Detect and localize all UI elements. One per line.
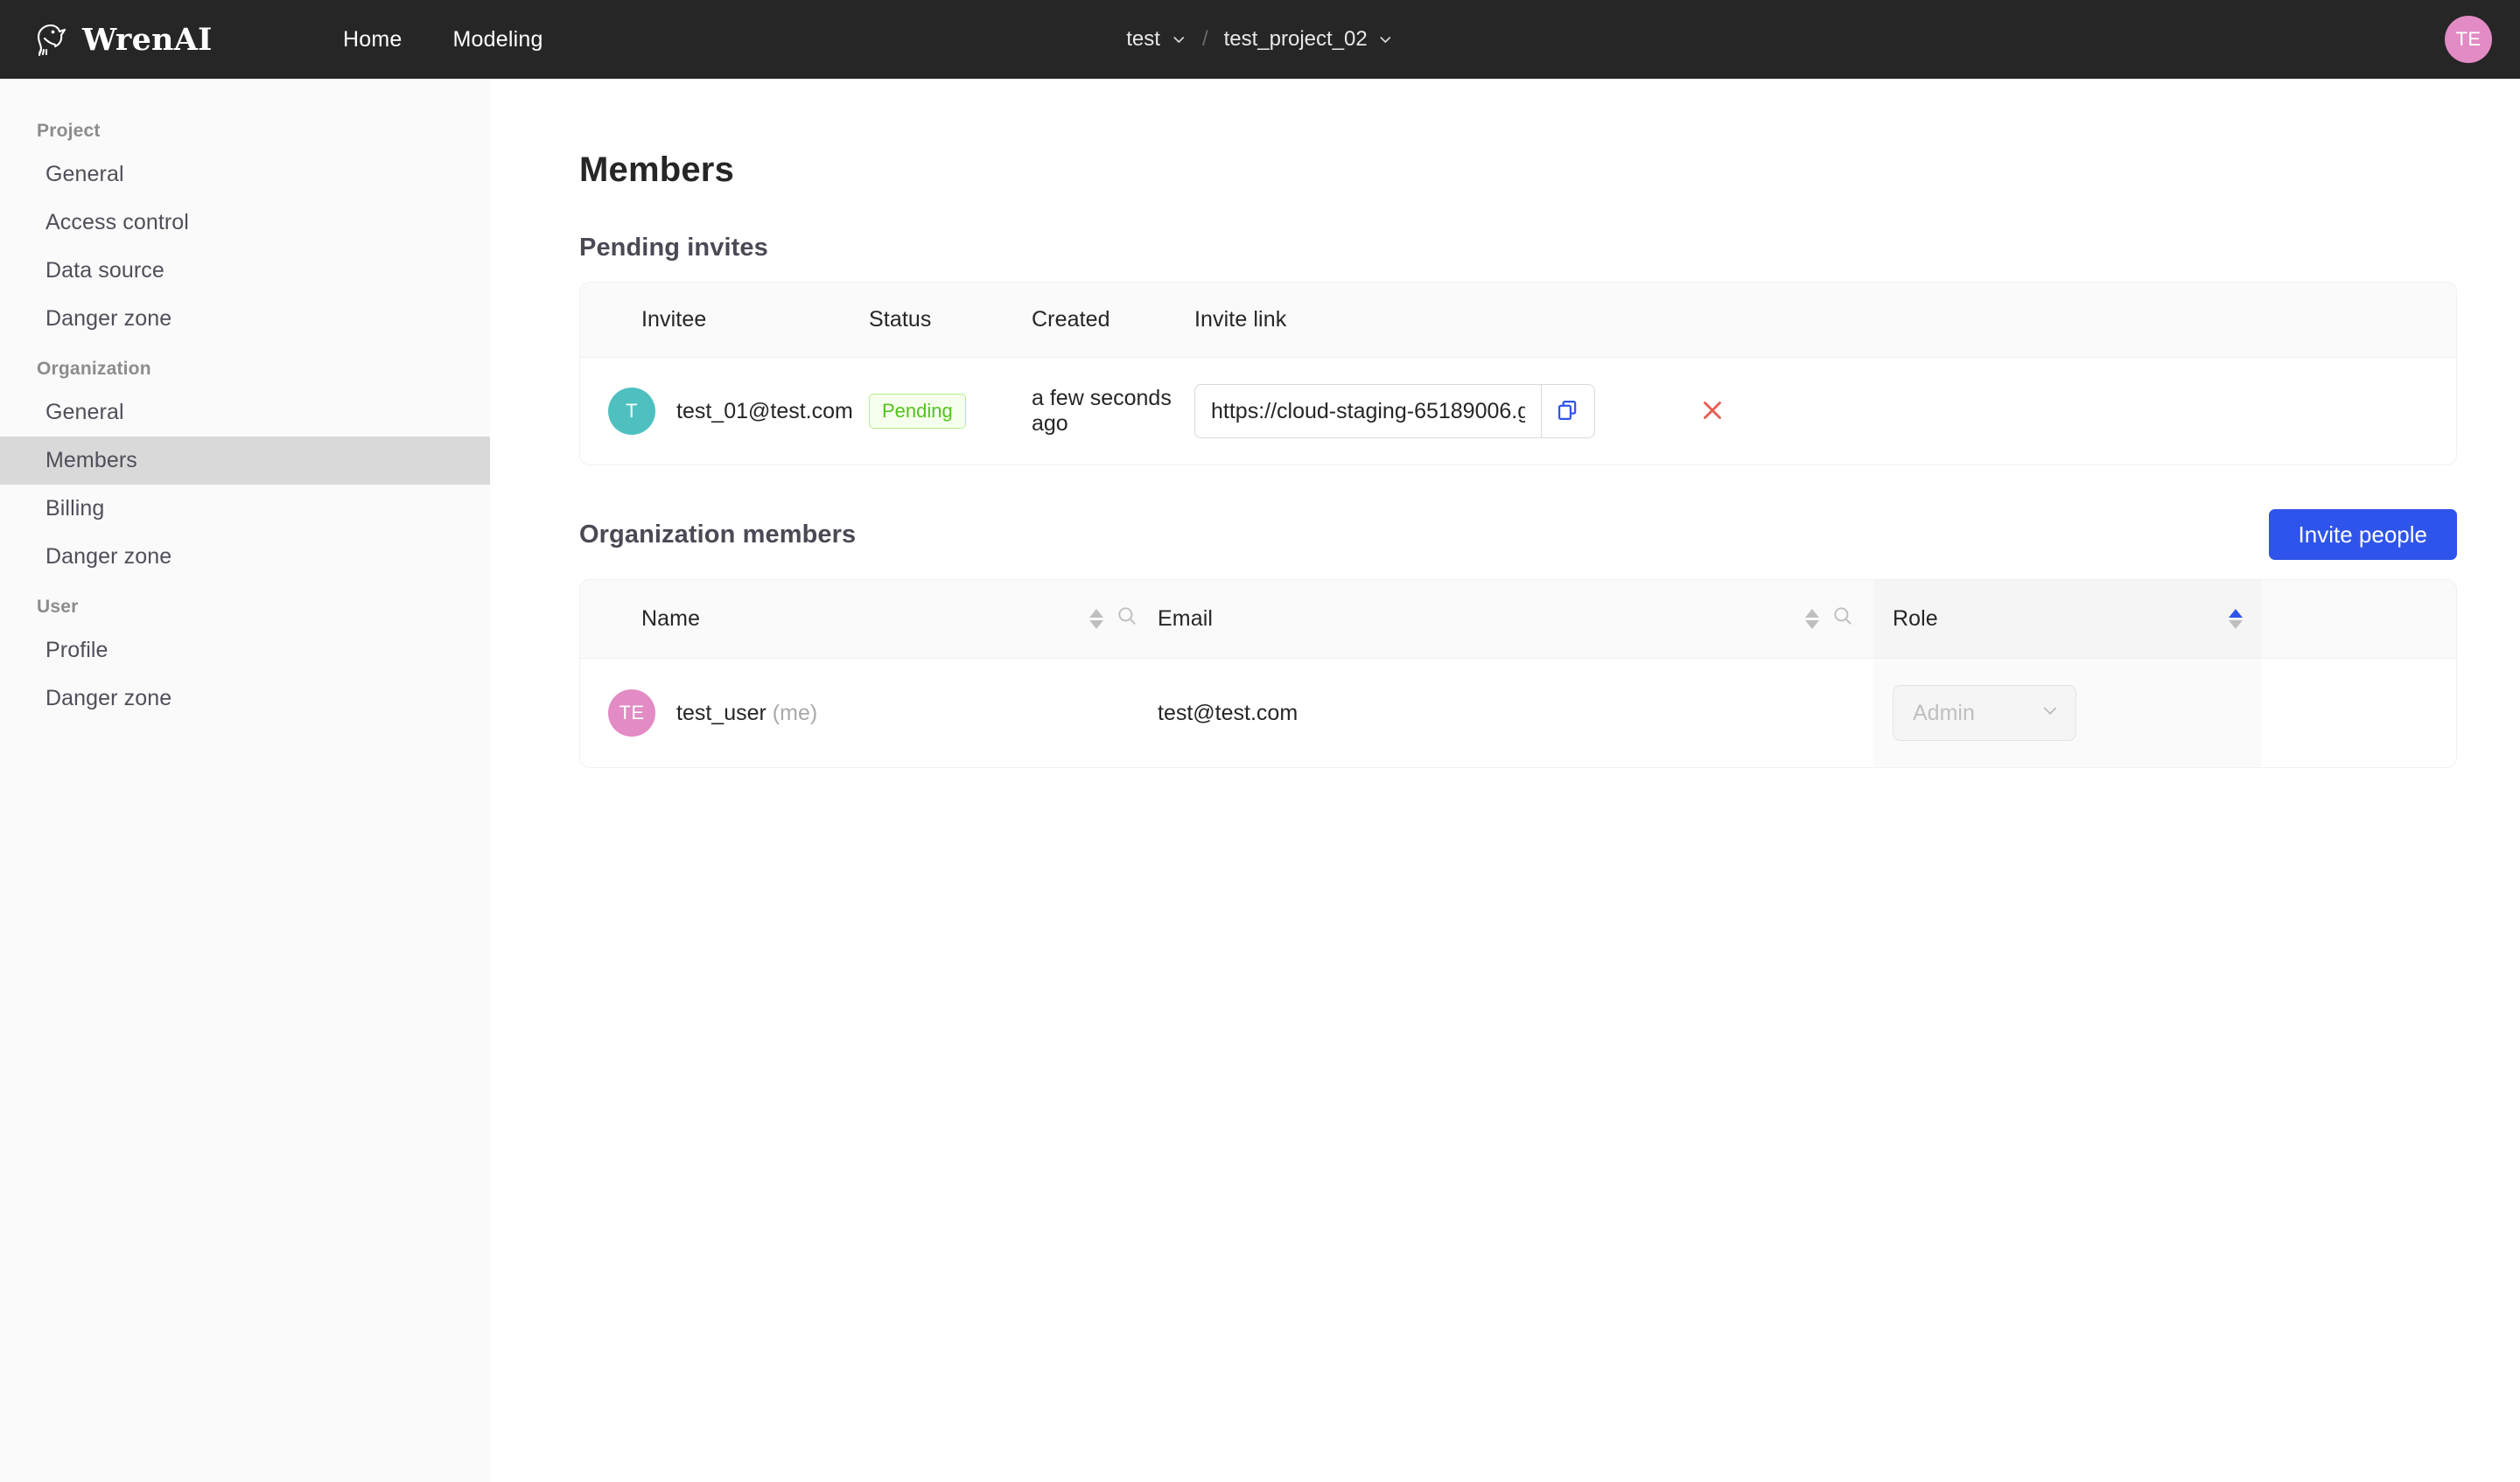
table-row: TE test_user (me) test@test.com Admin (580, 658, 2456, 767)
app-root: WrenAI Home Modeling test / test_project… (0, 0, 2520, 1482)
member-name-cell: TE test_user (me) (580, 658, 1158, 767)
main-content: Members Pending invites Invitee Status C… (490, 79, 2520, 1482)
sidebar-item-project-danger-zone[interactable]: Danger zone (0, 295, 490, 343)
column-header-members-actions (2262, 580, 2456, 659)
organization-members-header: Organization members Invite people (579, 509, 2457, 560)
column-header-actions (1690, 283, 2456, 358)
pending-invites-title: Pending invites (579, 234, 768, 262)
avatar: TE (608, 689, 655, 737)
member-actions-cell (2262, 658, 2456, 767)
body: Project General Access control Data sour… (0, 79, 2520, 1482)
chevron-down-icon (2040, 701, 2060, 726)
avatar[interactable]: TE (2445, 16, 2492, 63)
created-cell: a few seconds ago (1032, 357, 1194, 465)
chevron-down-icon (1171, 31, 1186, 47)
row-actions-cell (1690, 357, 2456, 465)
column-header-name-label: Name (641, 606, 701, 631)
invitee-cell: T test_01@test.com (580, 357, 869, 465)
avatar-initials: TE (2455, 28, 2482, 50)
brand-name: WrenAI (82, 21, 213, 58)
sidebar-item-organization-general[interactable]: General (0, 388, 490, 437)
members-header-row: Name Email Role (580, 580, 2456, 659)
brand-logo-area[interactable]: WrenAI (0, 17, 289, 61)
top-navigation-bar: WrenAI Home Modeling test / test_project… (0, 0, 2520, 79)
table-row: T test_01@test.com Pending a few seconds… (580, 357, 2456, 465)
column-header-name: Name (580, 580, 1158, 659)
organization-members-title: Organization members (579, 520, 857, 549)
invite-link-input[interactable] (1194, 384, 1541, 438)
organization-members-table: Name Email Role TE test_user (me) test@t… (579, 579, 2457, 768)
status-badge: Pending (869, 394, 966, 429)
member-email-cell: test@test.com (1158, 658, 1873, 767)
member-name-suffix: (me) (772, 700, 818, 725)
column-header-role[interactable]: Role (1873, 580, 2262, 659)
column-header-invite-link: Invite link (1194, 307, 1287, 332)
chevron-down-icon (1378, 31, 1394, 47)
sort-arrows-icon[interactable] (1089, 609, 1103, 629)
sidebar-group-title-project: Project (37, 121, 101, 141)
search-icon[interactable] (1831, 605, 1854, 633)
member-name: test_user (676, 700, 766, 725)
delete-invite-button[interactable] (1690, 388, 1735, 434)
breadcrumb-separator: / (1201, 27, 1208, 51)
avatar-initials: T (626, 400, 638, 422)
invite-link-cell (1194, 357, 1690, 465)
column-header-role-label: Role (1893, 606, 1938, 631)
invitee-email: test_01@test.com (676, 398, 853, 423)
main-nav: Home Modeling (343, 27, 543, 52)
role-select-value: Admin (1913, 700, 1975, 725)
copy-icon (1556, 398, 1580, 425)
status-cell: Pending (869, 357, 1032, 465)
column-header-status: Status (869, 307, 932, 332)
sidebar-item-organization-danger-zone[interactable]: Danger zone (0, 533, 490, 581)
sidebar-item-data-source[interactable]: Data source (0, 247, 490, 295)
sidebar-item-billing[interactable]: Billing (0, 485, 490, 533)
wren-bird-logo-icon (26, 17, 70, 61)
nav-modeling[interactable]: Modeling (453, 27, 543, 52)
sidebar-group-title-organization: Organization (37, 359, 151, 379)
role-select[interactable]: Admin (1893, 685, 2076, 741)
column-header-email: Email (1158, 580, 1873, 659)
sort-arrows-icon[interactable] (2229, 609, 2243, 629)
copy-invite-link-button[interactable] (1541, 384, 1595, 438)
avatar-initials: TE (619, 702, 645, 724)
invite-people-button[interactable]: Invite people (2268, 509, 2457, 560)
page-title: Members (579, 150, 735, 189)
sidebar-group-title-user: User (37, 597, 79, 617)
breadcrumb-org-label: test (1126, 27, 1160, 51)
breadcrumb-org-selector[interactable]: test (1126, 27, 1186, 52)
sidebar-item-profile[interactable]: Profile (0, 626, 490, 675)
column-header-email-label: Email (1158, 606, 1214, 631)
breadcrumb-project-label: test_project_02 (1223, 27, 1368, 51)
nav-home[interactable]: Home (343, 27, 402, 52)
sidebar-item-members[interactable]: Members (0, 437, 490, 485)
pending-invites-header-row: Invitee Status Created Invite link (580, 283, 2456, 358)
avatar: T (608, 388, 655, 435)
close-x-icon (1698, 395, 1727, 428)
breadcrumb: test / test_project_02 (1126, 27, 1393, 52)
sidebar-item-access-control[interactable]: Access control (0, 199, 490, 247)
pending-invites-table: Invitee Status Created Invite link T tes… (579, 282, 2457, 465)
search-icon[interactable] (1116, 605, 1138, 633)
settings-sidebar: Project General Access control Data sour… (0, 79, 490, 1482)
member-role-cell: Admin (1873, 658, 2262, 767)
sidebar-item-user-danger-zone[interactable]: Danger zone (0, 675, 490, 723)
sort-arrows-icon[interactable] (1805, 609, 1819, 629)
column-header-created: Created (1032, 307, 1110, 332)
column-header-invitee: Invitee (641, 307, 707, 332)
sidebar-item-project-general[interactable]: General (0, 150, 490, 199)
breadcrumb-project-selector[interactable]: test_project_02 (1224, 27, 1394, 52)
